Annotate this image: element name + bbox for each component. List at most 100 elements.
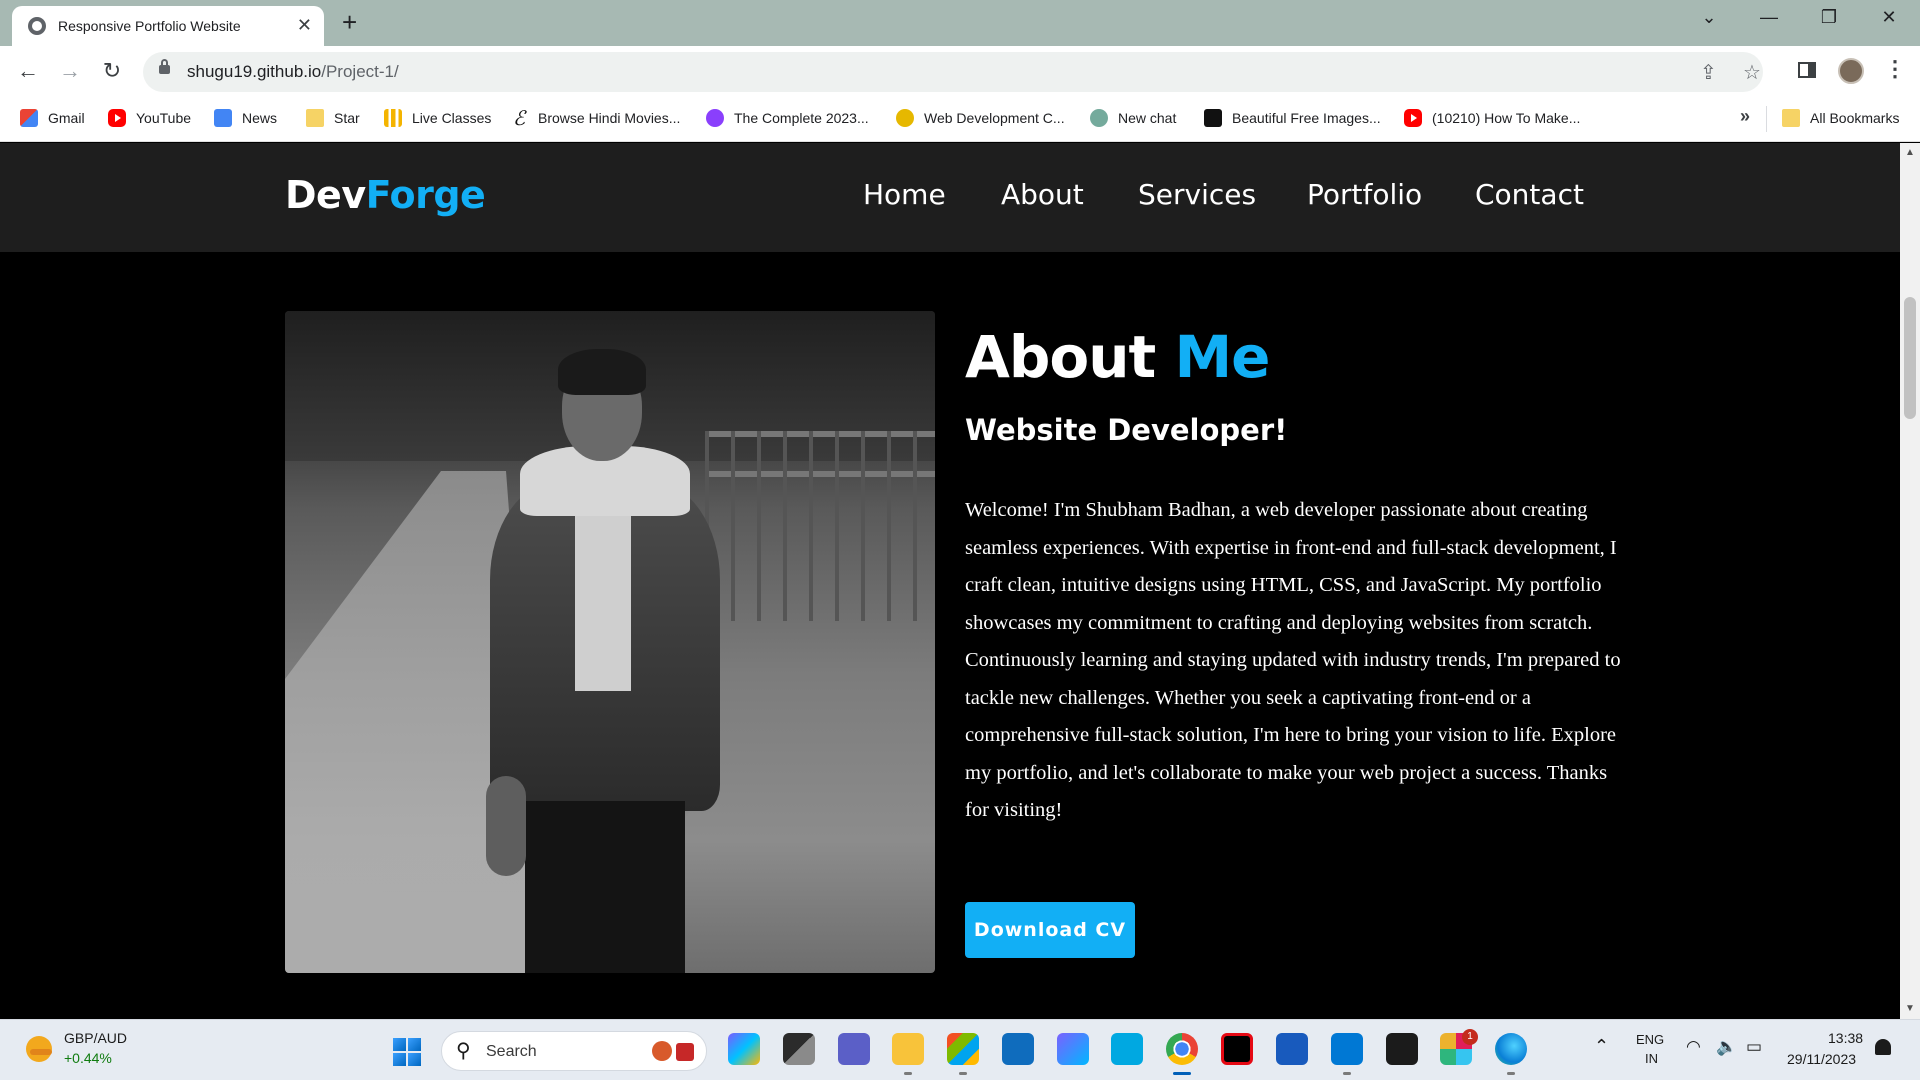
unsplash-icon [1204,109,1222,127]
youtube-icon [1404,109,1422,127]
about-bio: Welcome! I'm Shubham Badhan, a web devel… [965,499,1621,821]
page-scrollbar[interactable]: ▲ ▼ [1900,143,1920,1019]
nav-services[interactable]: Services [1138,178,1256,211]
forward-button[interactable]: → [56,58,84,84]
bookmark-gmail[interactable]: Gmail [20,109,85,127]
bookmark-free-images[interactable]: Beautiful Free Images... [1204,109,1381,127]
about-subtitle: Website Developer! [965,413,1288,447]
scrollbar-thumb[interactable] [1904,297,1916,419]
wifi-icon[interactable]: ◠ [1686,1037,1701,1057]
windows-logo-pane [393,1038,406,1051]
site-logo[interactable]: DevForge [285,173,486,217]
language-indicator[interactable]: ENG [1636,1032,1664,1047]
microsoft-store-icon[interactable] [947,1033,979,1065]
address-bar[interactable]: shugu19.github.io/Project-1/ ⇪ ☆ [143,52,1763,92]
nav-contact[interactable]: Contact [1475,178,1584,211]
minimize-button[interactable]: — [1754,7,1784,28]
profile-avatar[interactable] [1838,58,1864,84]
bookmark-live-classes[interactable]: Live Classes [384,109,491,127]
clock-date[interactable]: 29/11/2023 [1787,1051,1856,1067]
coin-icon [896,109,914,127]
search-label: Search [486,1043,537,1060]
prime-video-icon[interactable] [1111,1033,1143,1065]
terminal-icon[interactable] [1386,1033,1418,1065]
mail-icon[interactable] [1002,1033,1034,1065]
bookmark-label: News [242,110,278,126]
chrome-icon[interactable] [1166,1033,1198,1065]
photo-fence [705,431,935,621]
bookmark-web-development[interactable]: Web Development C... [896,109,1065,127]
start-button[interactable] [393,1038,421,1066]
lock-icon[interactable] [159,59,170,74]
folder-icon [306,109,324,127]
bookmark-star[interactable]: Star [306,109,360,127]
url-text[interactable]: shugu19.github.io/Project-1/ [187,62,399,82]
battery-icon[interactable]: ▭ [1746,1037,1762,1057]
share-icon[interactable]: ⇪ [1700,60,1717,85]
clock-time[interactable]: 13:38 [1828,1030,1863,1046]
nav-about[interactable]: About [1001,178,1084,211]
bookmark-label: New chat [1118,110,1177,126]
screen: Responsive Portfolio Website ✕ + ⌄ — ❐ ✕… [0,0,1920,1080]
photo-hair [558,349,646,395]
gmail-icon [20,109,38,127]
web-page: DevForge Home About Services Portfolio C… [0,143,1900,1019]
bookmarks-bar: Gmail YouTube News Star Live Classes ℰ Br… [0,96,1920,142]
active-app-indicator [1173,1072,1191,1075]
scroll-up-arrow-icon[interactable]: ▲ [1905,147,1915,158]
running-indicator [1507,1072,1515,1075]
new-tab-button[interactable]: + [342,7,357,38]
more-bookmarks-icon[interactable]: » [1740,106,1750,127]
search-icon: ⚲ [456,1040,471,1062]
close-window-button[interactable]: ✕ [1874,7,1904,28]
side-panel-icon[interactable] [1798,62,1816,78]
bookmark-how-to-make[interactable]: (10210) How To Make... [1404,109,1580,127]
ticker-change[interactable]: +0.44% [64,1050,112,1066]
restore-button[interactable]: ❐ [1814,7,1844,28]
nav-portfolio[interactable]: Portfolio [1307,178,1422,211]
bookmark-star-icon[interactable]: ☆ [1743,60,1761,85]
browser-tab-strip: Responsive Portfolio Website ✕ + ⌄ — ❐ ✕ [0,0,1920,46]
notification-bell-icon[interactable] [1875,1039,1891,1055]
search-highlight-icon [652,1041,696,1063]
google-news-icon [214,109,232,127]
taskbar-search[interactable]: ⚲ Search [441,1031,707,1071]
word-icon[interactable] [1276,1033,1308,1065]
copilot-icon[interactable] [728,1033,760,1065]
ticker-name[interactable]: GBP/AUD [64,1030,127,1046]
app-icon[interactable] [1057,1033,1089,1065]
reload-button[interactable]: ↻ [98,58,126,84]
back-button[interactable]: ← [14,58,42,84]
nav-home[interactable]: Home [863,178,946,211]
edge-icon[interactable] [1495,1033,1527,1065]
bookmark-label: Browse Hindi Movies... [538,110,681,126]
browser-menu-icon[interactable]: ⋮ [1884,56,1906,82]
task-view-icon[interactable] [783,1033,815,1065]
file-explorer-icon[interactable] [892,1033,924,1065]
bookmark-label: Web Development C... [924,110,1065,126]
running-indicator [904,1072,912,1075]
browser-toolbar: ← → ↻ shugu19.github.io/Project-1/ ⇪ ☆ ⋮ [0,46,1920,96]
bookmark-new-chat[interactable]: New chat [1090,109,1176,127]
photo-person [480,331,730,973]
tab-search-chevron-icon[interactable]: ⌄ [1694,7,1724,28]
netflix-icon[interactable] [1221,1033,1253,1065]
language-region[interactable]: IN [1645,1051,1658,1066]
close-tab-icon[interactable]: ✕ [297,15,312,36]
bookmark-youtube[interactable]: YouTube [108,109,191,127]
download-cv-button[interactable]: Download CV [965,902,1135,958]
vscode-icon[interactable] [1331,1033,1363,1065]
bookmark-complete-2023[interactable]: The Complete 2023... [706,109,869,127]
currency-widget-icon[interactable] [26,1036,52,1062]
scroll-down-arrow-icon[interactable]: ▼ [1905,1003,1915,1014]
script-e-icon: ℰ [512,106,526,130]
bookmark-news[interactable]: News [214,109,277,127]
all-bookmarks-folder[interactable]: All Bookmarks [1782,109,1899,127]
teams-icon[interactable] [838,1033,870,1065]
volume-icon[interactable]: 🔈 [1716,1037,1737,1057]
chevron-up-icon[interactable]: ⌃ [1594,1036,1609,1057]
bookmark-hindi-movies[interactable]: ℰ Browse Hindi Movies... [510,106,681,130]
folder-icon [1782,109,1800,127]
bars-icon [384,109,402,127]
browser-tab-active[interactable]: Responsive Portfolio Website ✕ [12,6,324,46]
